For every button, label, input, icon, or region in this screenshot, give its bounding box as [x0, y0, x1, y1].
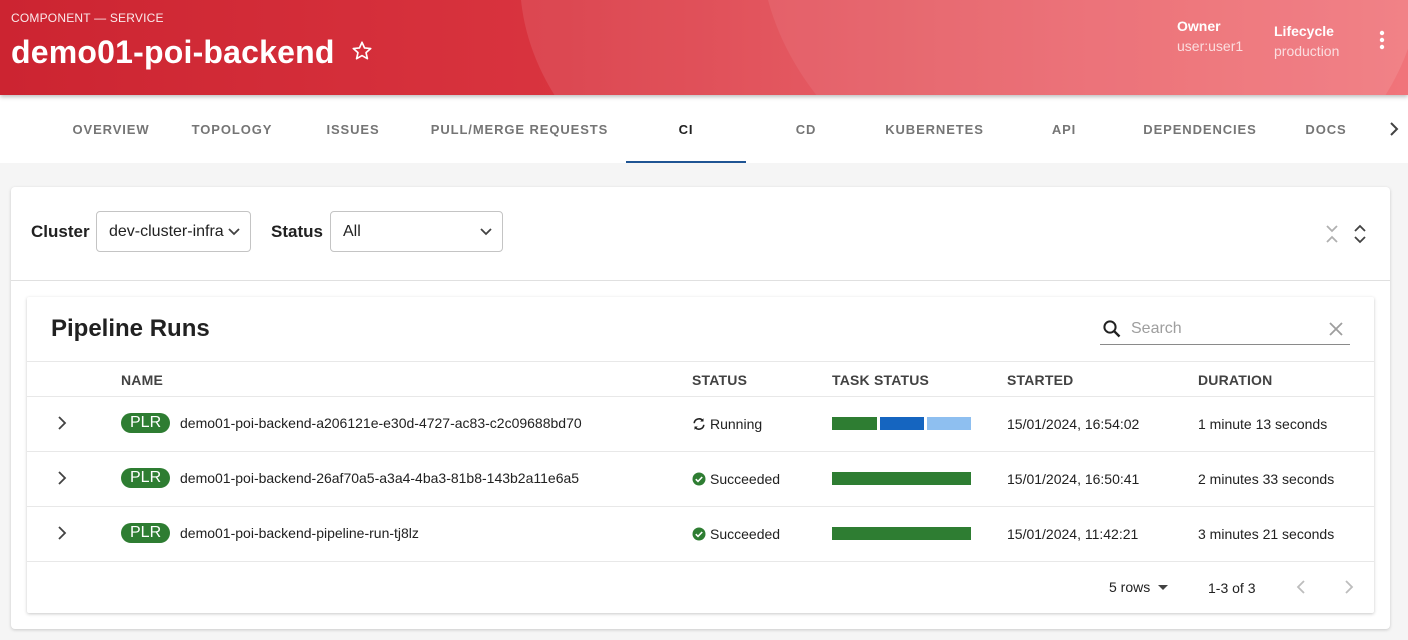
tab-dependencies[interactable]: DEPENDENCIES — [1124, 95, 1276, 163]
run-status: Succeeded — [692, 471, 780, 487]
column-header-status[interactable]: STATUS — [692, 372, 747, 388]
arrow-drop-down-icon — [1158, 585, 1169, 590]
collapse-all-icon[interactable] — [1323, 223, 1341, 245]
cluster-label: Cluster — [31, 222, 90, 241]
owner-label: Owner — [1177, 18, 1221, 34]
column-header-task-status[interactable]: TASK STATUS — [832, 372, 929, 388]
cluster-select-value: dev-cluster-infra — [109, 223, 224, 240]
lifecycle-info: Lifecycle production — [1274, 23, 1339, 59]
column-header-name[interactable]: NAME — [121, 372, 163, 388]
chevron-right-icon[interactable] — [55, 525, 69, 541]
pipeline-runs-table: Pipeline Runs NAME STATUS TASK STATUS ST… — [27, 297, 1374, 613]
task-segment-succeeded — [832, 417, 877, 430]
star-icon[interactable] — [351, 40, 373, 62]
table-row: PLR demo01-poi-backend-26af70a5-a3a4-4ba… — [27, 452, 1374, 507]
pipeline-run-name[interactable]: demo01-poi-backend-pipeline-run-tj8lz — [180, 525, 419, 541]
pagination-range: 1-3 of 3 — [1208, 580, 1256, 596]
status-label: Status — [271, 222, 323, 241]
search-field[interactable] — [1100, 315, 1350, 345]
table-title: Pipeline Runs — [51, 315, 210, 342]
check-circle-icon — [692, 472, 706, 486]
tab-overview[interactable]: OVERVIEW — [51, 95, 171, 163]
task-segment-succeeded — [832, 527, 971, 540]
tab-api[interactable]: API — [1004, 95, 1124, 163]
ci-card: Cluster dev-cluster-infra Status All Pip… — [11, 187, 1390, 629]
more-vert-icon[interactable] — [1371, 28, 1393, 52]
filter-bar: Cluster dev-cluster-infra Status All — [11, 187, 1390, 281]
tab-issues[interactable]: ISSUES — [293, 95, 413, 163]
pipeline-run-name[interactable]: demo01-poi-backend-26af70a5-a3a4-4ba3-81… — [180, 470, 579, 486]
rows-per-page-value: 5 rows — [1109, 579, 1151, 595]
owner-info: Owner user:user1 — [1177, 18, 1243, 54]
sync-icon — [693, 418, 705, 430]
chevron-right-icon[interactable] — [55, 415, 69, 431]
task-segment-succeeded — [832, 472, 971, 485]
tab-kubernetes[interactable]: KUBERNETES — [866, 95, 1003, 163]
tab-docs[interactable]: DOCS — [1276, 95, 1376, 163]
chevron-right-icon[interactable] — [1384, 119, 1404, 139]
chevron-right-icon[interactable] — [55, 470, 69, 486]
tab-ci[interactable]: CI — [626, 95, 746, 163]
chevron-down-icon — [228, 228, 240, 236]
tab-pull-merge-requests[interactable]: PULL/MERGE REQUESTS — [414, 95, 625, 163]
task-segment-pending — [927, 417, 971, 430]
task-status-bar — [832, 472, 971, 485]
table-row: PLR demo01-poi-backend-pipeline-run-tj8l… — [27, 507, 1374, 562]
close-icon[interactable] — [1328, 321, 1344, 337]
cluster-select[interactable]: dev-cluster-infra — [96, 211, 251, 252]
task-status-bar — [832, 417, 971, 430]
started-time: 15/01/2024, 16:54:02 — [1007, 416, 1140, 432]
plr-badge: PLR — [121, 413, 171, 433]
column-header-duration[interactable]: DURATION — [1198, 372, 1272, 388]
task-status-bar — [832, 527, 971, 540]
expand-all-icon[interactable] — [1351, 223, 1369, 245]
entity-kind: COMPONENT — SERVICE — [11, 11, 164, 25]
status-select[interactable]: All — [330, 211, 503, 252]
lifecycle-label: Lifecycle — [1274, 23, 1334, 39]
status-select-value: All — [343, 223, 361, 240]
run-status: Running — [692, 416, 762, 432]
check-circle-icon — [692, 527, 706, 541]
tab-cd[interactable]: CD — [746, 95, 866, 163]
chevron-down-icon — [480, 228, 492, 236]
started-time: 15/01/2024, 16:50:41 — [1007, 471, 1140, 487]
column-header-started[interactable]: STARTED — [1007, 372, 1073, 388]
previous-page-icon[interactable] — [1293, 578, 1309, 596]
tab-bar: OVERVIEW TOPOLOGY ISSUES PULL/MERGE REQU… — [0, 95, 1408, 163]
owner-value[interactable]: user:user1 — [1177, 38, 1243, 54]
run-status: Succeeded — [692, 526, 780, 542]
lifecycle-value: production — [1274, 43, 1340, 59]
table-row: PLR demo01-poi-backend-a206121e-e30d-472… — [27, 397, 1374, 452]
search-input[interactable] — [1131, 317, 1321, 341]
plr-badge: PLR — [121, 468, 171, 488]
tab-topology[interactable]: TOPOLOGY — [172, 95, 292, 163]
table-header: NAME STATUS TASK STATUS STARTED DURATION — [27, 361, 1374, 397]
run-status-text: Succeeded — [710, 471, 781, 487]
duration: 2 minutes 33 seconds — [1198, 471, 1335, 487]
page-title: demo01-poi-backend — [11, 34, 335, 70]
pipeline-run-name[interactable]: demo01-poi-backend-a206121e-e30d-4727-ac… — [180, 415, 582, 431]
search-icon — [1103, 320, 1121, 338]
plr-badge: PLR — [121, 523, 171, 543]
started-time: 15/01/2024, 11:42:21 — [1007, 526, 1139, 542]
entity-header: COMPONENT — SERVICE demo01-poi-backend O… — [0, 0, 1408, 95]
next-page-icon[interactable] — [1341, 578, 1357, 596]
task-segment-running — [880, 417, 924, 430]
run-status-text: Succeeded — [710, 526, 781, 542]
duration: 1 minute 13 seconds — [1198, 416, 1328, 432]
run-status-text: Running — [710, 416, 763, 432]
rows-per-page-select[interactable]: 5 rows — [1109, 579, 1170, 595]
duration: 3 minutes 21 seconds — [1198, 526, 1335, 542]
pagination: 5 rows 1-3 of 3 — [27, 561, 1374, 613]
